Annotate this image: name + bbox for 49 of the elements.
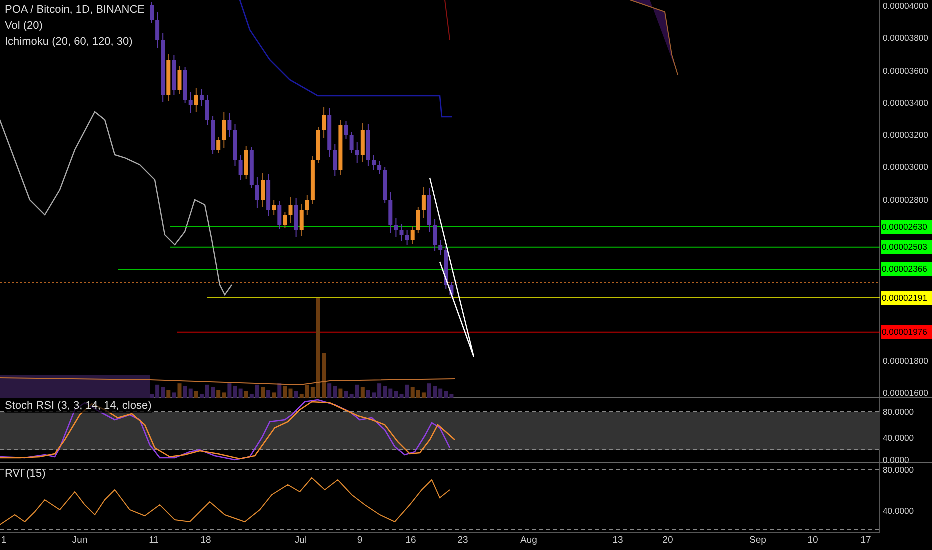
price-tag: 0.00002503 xyxy=(881,240,932,254)
price-axis-label: 0.00001600 xyxy=(883,387,928,399)
time-axis-label: 9 xyxy=(357,535,363,547)
candle xyxy=(316,126,320,164)
price-axis-label: 0.00004000 xyxy=(883,0,928,12)
volume-bar xyxy=(261,388,265,398)
indicator-title: Stoch RSI (3, 3, 14, 14, close) xyxy=(5,400,152,413)
time-axis-label: 1 xyxy=(1,535,7,547)
candle xyxy=(150,2,154,24)
chart-legend-text: POA / Bitcoin, 1D, BINANCE xyxy=(5,4,145,17)
indicator-axis-label: 40.0000 xyxy=(883,505,914,517)
price-tag: 0.00002191 xyxy=(881,290,932,305)
candle xyxy=(206,94,210,126)
indicator-axis-label: 0.0000 xyxy=(883,454,910,466)
time-axis-label: 11 xyxy=(149,535,159,547)
volume-bar xyxy=(206,384,210,398)
time-axis-label: 18 xyxy=(200,535,212,547)
price-axis-label: 0.00003000 xyxy=(883,161,928,174)
volume-bar xyxy=(372,392,376,398)
volume-bar xyxy=(150,394,154,398)
price-axis-label: 0.00001800 xyxy=(883,354,928,367)
volume-bar xyxy=(428,384,432,398)
time-axis-label: 13 xyxy=(612,535,624,547)
indicator-axis-label: 40.0000 xyxy=(883,432,914,444)
price-axis-label: 0.00003600 xyxy=(883,64,928,76)
candle xyxy=(428,188,432,232)
price-tag: 0.00002366 xyxy=(881,262,932,276)
price-tag: 0.00002630 xyxy=(881,220,932,234)
time-axis-label: 20 xyxy=(662,535,674,547)
chart-legend-text: Vol (20) xyxy=(5,20,43,33)
time-axis-label: Jun xyxy=(72,535,88,547)
price-axis-label: 0.00003200 xyxy=(883,129,928,141)
time-axis-label: 16 xyxy=(406,535,416,547)
time-axis-label: Aug xyxy=(520,535,538,547)
indicator-title: RVI (15) xyxy=(5,468,46,481)
price-axis-label: 0.00002800 xyxy=(883,194,928,206)
time-axis-label: 10 xyxy=(808,535,818,547)
candle xyxy=(261,172,265,208)
indicator-axis-label: 80.0000 xyxy=(883,406,914,418)
time-axis-label: Sep xyxy=(750,535,766,547)
time-axis-label: 23 xyxy=(458,535,468,547)
price-axis-label: 0.00003800 xyxy=(883,32,928,44)
time-axis-label: 17 xyxy=(860,535,872,547)
indicator-axis-label: 80.0000 xyxy=(883,464,914,476)
candle xyxy=(372,154,376,170)
price-tag: 0.00001976 xyxy=(881,325,932,340)
chart-legend-text: Ichimoku (20, 60, 120, 30) xyxy=(5,36,133,49)
time-axis-label: Jul xyxy=(294,535,308,547)
price-axis-label: 0.00003400 xyxy=(883,96,928,109)
